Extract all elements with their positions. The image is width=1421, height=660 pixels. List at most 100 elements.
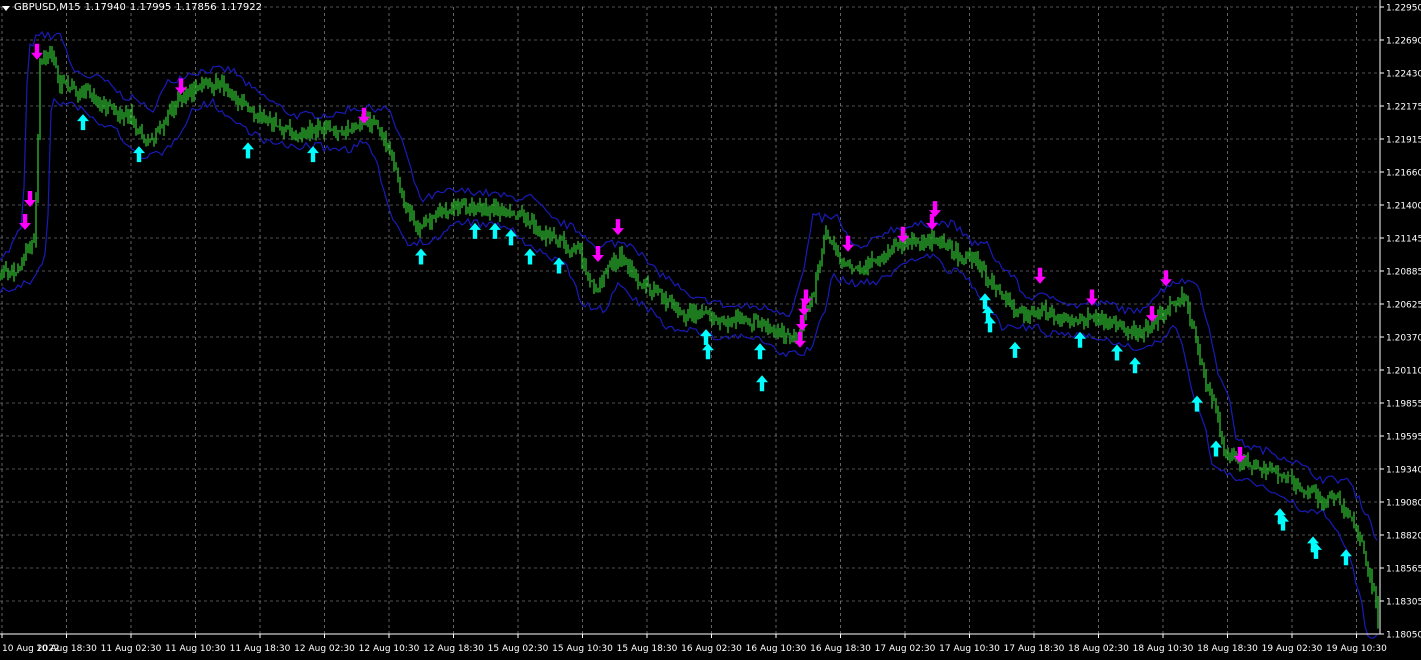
price-tick-label: 1.22430 [1386,70,1421,80]
time-tick-label: 15 Aug 18:30 [617,644,678,654]
up-arrow-shape [524,248,536,265]
price-tick-label: 1.18820 [1386,532,1421,542]
timeframe-label: M15 [59,2,81,13]
close-price: 1.17922 [220,2,262,13]
time-tick-label: 12 Aug 18:30 [423,644,484,654]
buy-signal-up-arrow-icon [1129,357,1141,374]
up-arrow-shape [1191,395,1203,412]
price-tick-label: 1.22175 [1386,103,1421,113]
price-tick-label: 1.18305 [1386,598,1421,608]
down-arrow-shape [592,245,604,262]
down-arrow-shape [1034,267,1046,284]
time-tick-label: 17 Aug 10:30 [939,644,1000,654]
time-tick-label: 10 Aug 18:30 [36,644,97,654]
chart-window[interactable]: 1.22950 1.22690 1.22430 1.22175 1.21915 1.216… [0,0,1421,656]
time-tick-label: 18 Aug 02:30 [1068,644,1129,654]
up-arrow-shape [984,316,996,333]
time-tick-label: 11 Aug 18:30 [230,644,291,654]
time-tick-label: 15 Aug 02:30 [488,644,549,654]
up-arrow-shape [242,142,254,159]
up-arrow-shape [702,343,714,360]
up-arrow-shape [77,114,89,131]
sell-signal-down-arrow-icon [24,190,36,207]
buy-signal-up-arrow-icon [702,343,714,360]
lower-band-line [0,97,1378,639]
time-tick-label: 19 Aug 02:30 [1262,644,1323,654]
up-arrow-shape [133,146,145,163]
price-tick-label: 1.19080 [1386,499,1421,509]
buy-signal-up-arrow-icon [1111,344,1123,361]
dropdown-triangle-icon[interactable] [2,5,10,11]
price-tick-label: 1.20110 [1386,367,1421,377]
up-arrow-shape [1129,357,1141,374]
up-arrow-shape [1009,341,1021,358]
price-tick-label: 1.19595 [1386,433,1421,443]
upper-band-line [0,30,1378,541]
chart-title-bar: GBPUSD,M15 1.17940 1.17995 1.17856 1.179… [2,1,262,15]
price-tick-label: 1.22690 [1386,37,1421,47]
buy-signal-up-arrow-icon [415,248,427,265]
down-arrow-shape [612,219,624,236]
low-price: 1.17856 [175,2,217,13]
time-tick-label: 16 Aug 10:30 [746,644,807,654]
price-tick-label: 1.20625 [1386,301,1421,311]
price-chart[interactable]: 1.22950 1.22690 1.22430 1.22175 1.21915 1.216… [0,0,1421,656]
symbol-timeframe: GBPUSD,M15 [14,2,81,13]
buy-signal-up-arrow-icon [133,146,145,163]
sell-signal-down-arrow-icon [592,245,604,262]
buy-signal-up-arrow-icon [307,146,319,163]
down-arrow-shape [175,78,187,95]
sell-signal-down-arrow-icon [612,219,624,236]
time-tick-label: 12 Aug 02:30 [294,644,355,654]
price-tick-label: 1.19340 [1386,466,1421,476]
sell-signal-down-arrow-icon [1034,267,1046,284]
price-tick-label: 1.21145 [1386,235,1421,245]
up-arrow-shape [1111,344,1123,361]
open-price: 1.17940 [84,2,126,13]
sell-signal-down-arrow-icon [175,78,187,95]
time-tick-label: 17 Aug 18:30 [1004,644,1065,654]
buy-signal-up-arrow-icon [242,142,254,159]
buy-signal-up-arrow-icon [524,248,536,265]
buy-signal-up-arrow-icon [1210,440,1222,457]
price-tick-label: 1.18565 [1386,565,1421,575]
grid [0,6,1380,635]
up-arrow-shape [1210,440,1222,457]
buy-signal-up-arrow-icon [77,114,89,131]
price-tick-label: 1.22950 [1386,4,1421,14]
time-tick-label: 19 Aug 10:30 [1326,644,1387,654]
time-tick-label: 18 Aug 18:30 [1197,644,1258,654]
price-tick-label: 1.21660 [1386,169,1421,179]
time-tick-label: 16 Aug 18:30 [810,644,871,654]
down-arrow-shape [1160,270,1172,287]
price-tick-label: 1.20370 [1386,334,1421,344]
buy-signal-up-arrow-icon [754,343,766,360]
price-tick-label: 1.18050 [1386,631,1421,641]
buy-signal-up-arrow-icon [984,316,996,333]
signal-arrows [19,43,1352,566]
price-tick-label: 1.19855 [1386,400,1421,410]
buy-signal-up-arrow-icon [505,229,517,246]
up-arrow-shape [505,229,517,246]
price-tick-label: 1.20885 [1386,268,1421,278]
symbol-label: GBPUSD [14,2,57,13]
up-arrow-shape [307,146,319,163]
up-arrow-shape [415,248,427,265]
envelope-bands [0,30,1378,639]
sell-signal-down-arrow-icon [1160,270,1172,287]
price-tick-label: 1.21915 [1386,136,1421,146]
down-arrow-shape [24,190,36,207]
time-tick-label: 17 Aug 02:30 [875,644,936,654]
buy-signal-up-arrow-icon [1191,395,1203,412]
time-tick-label: 12 Aug 10:30 [359,644,420,654]
time-tick-label: 11 Aug 02:30 [101,644,162,654]
buy-signal-up-arrow-icon [1009,341,1021,358]
time-tick-label: 16 Aug 02:30 [681,644,742,654]
time-tick-label: 15 Aug 10:30 [552,644,613,654]
up-arrow-shape [754,343,766,360]
high-price: 1.17995 [129,2,172,13]
time-tick-label: 11 Aug 10:30 [165,644,226,654]
time-tick-label: 18 Aug 10:30 [1133,644,1194,654]
buy-signal-up-arrow-icon [756,375,768,392]
price-tick-label: 1.21400 [1386,202,1421,212]
